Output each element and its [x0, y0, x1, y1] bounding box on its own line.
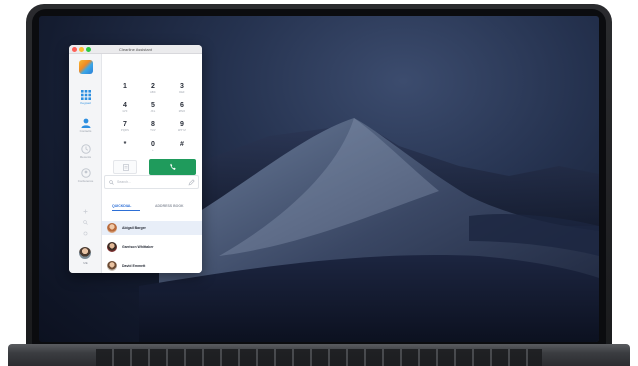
key-0[interactable]: 0 + — [141, 140, 165, 157]
sidebar-item-keypad[interactable]: Keypad — [69, 90, 102, 105]
key-digit: # — [180, 141, 184, 148]
sidebar-item-label: Recents — [79, 155, 91, 159]
key-letters: GHI — [122, 110, 128, 113]
sidebar-item-contacts[interactable]: Contacts — [69, 118, 102, 133]
keypad-icon — [80, 90, 91, 100]
sidebar-item-label: Contacts — [79, 129, 92, 133]
key-letters: TUV — [150, 129, 156, 132]
active-tab-indicator — [112, 210, 140, 211]
add-icon[interactable] — [83, 209, 88, 214]
user-avatar[interactable] — [79, 247, 91, 259]
list-item[interactable]: David Emmett — [102, 259, 202, 273]
key-digit: 3 — [180, 83, 184, 90]
recents-icon — [80, 144, 91, 154]
key-digit: 2 — [151, 83, 155, 90]
edit-icon[interactable] — [188, 179, 195, 186]
tab-address-book[interactable]: ADDRESS BOOK — [155, 203, 184, 209]
search-icon[interactable] — [83, 220, 88, 225]
key-digit: 8 — [151, 121, 155, 128]
key-digit: 7 — [123, 121, 127, 128]
sidebar-item-recents[interactable]: Recents — [69, 144, 102, 159]
key-hash[interactable]: # — [170, 140, 194, 157]
contact-avatar — [107, 223, 117, 233]
user-avatar-label: ME — [83, 261, 88, 265]
conference-icon — [80, 168, 91, 178]
key-letters: ABC — [150, 91, 156, 94]
search-input[interactable]: Search... — [104, 175, 199, 189]
settings-icon[interactable] — [83, 231, 88, 236]
contact-name: Abigail Barger — [122, 226, 146, 230]
sidebar-item-label: Conference — [77, 179, 94, 183]
key-8[interactable]: 8 TUV — [141, 120, 165, 137]
call-button[interactable] — [149, 159, 196, 175]
app-logo-icon — [79, 60, 93, 74]
key-letters: MNO — [178, 110, 186, 113]
key-6[interactable]: 6 MNO — [170, 101, 194, 118]
key-digit: 6 — [180, 102, 184, 109]
address-card-icon — [123, 164, 129, 171]
contact-avatar — [107, 242, 117, 252]
list-item[interactable]: Garrison Whittaker — [102, 240, 202, 254]
sidebar-item-conference[interactable]: Conference — [69, 168, 102, 183]
phone-icon — [170, 163, 176, 170]
key-9[interactable]: 9 WXYZ — [170, 120, 194, 137]
key-star[interactable]: * — [113, 140, 137, 157]
key-digit: 5 — [151, 102, 155, 109]
list-item[interactable]: Abigail Barger — [102, 221, 202, 235]
key-digit: 4 — [123, 102, 127, 109]
search-icon — [109, 180, 114, 185]
contact-name: Garrison Whittaker — [122, 245, 154, 249]
key-2[interactable]: 2 ABC — [141, 82, 165, 99]
tab-quickdial[interactable]: QUICKDIAL — [112, 203, 131, 209]
key-letters: + — [152, 149, 154, 152]
contacts-lookup-button[interactable] — [113, 160, 137, 174]
key-letters: DEF — [179, 91, 185, 94]
keyboard-edge — [96, 349, 542, 366]
contact-avatar — [107, 261, 117, 271]
search-placeholder: Search... — [117, 180, 132, 184]
key-digit: 0 — [151, 141, 155, 148]
window-title: Clearline Assistant — [119, 47, 152, 52]
sidebar-item-label: Keypad — [80, 101, 91, 105]
window-titlebar: Clearline Assistant — [69, 45, 202, 54]
key-digit: * — [123, 141, 127, 148]
key-digit: 1 — [123, 83, 127, 90]
key-3[interactable]: 3 DEF — [170, 82, 194, 99]
key-7[interactable]: 7 PQRS — [113, 120, 137, 137]
contacts-icon — [81, 118, 90, 128]
key-letters: PQRS — [121, 129, 129, 132]
sidebar: Keypad Contacts Recents Conference ME — [69, 54, 102, 273]
app-window: Clearline Assistant Keypad Contacts Rece… — [69, 45, 202, 273]
contact-name: David Emmett — [122, 264, 146, 268]
key-letters: JKL — [150, 110, 156, 113]
key-4[interactable]: 4 GHI — [113, 101, 137, 118]
key-letters: WXYZ — [177, 129, 187, 132]
key-digit: 9 — [180, 121, 184, 128]
key-5[interactable]: 5 JKL — [141, 101, 165, 118]
key-1[interactable]: 1 — [113, 82, 137, 99]
